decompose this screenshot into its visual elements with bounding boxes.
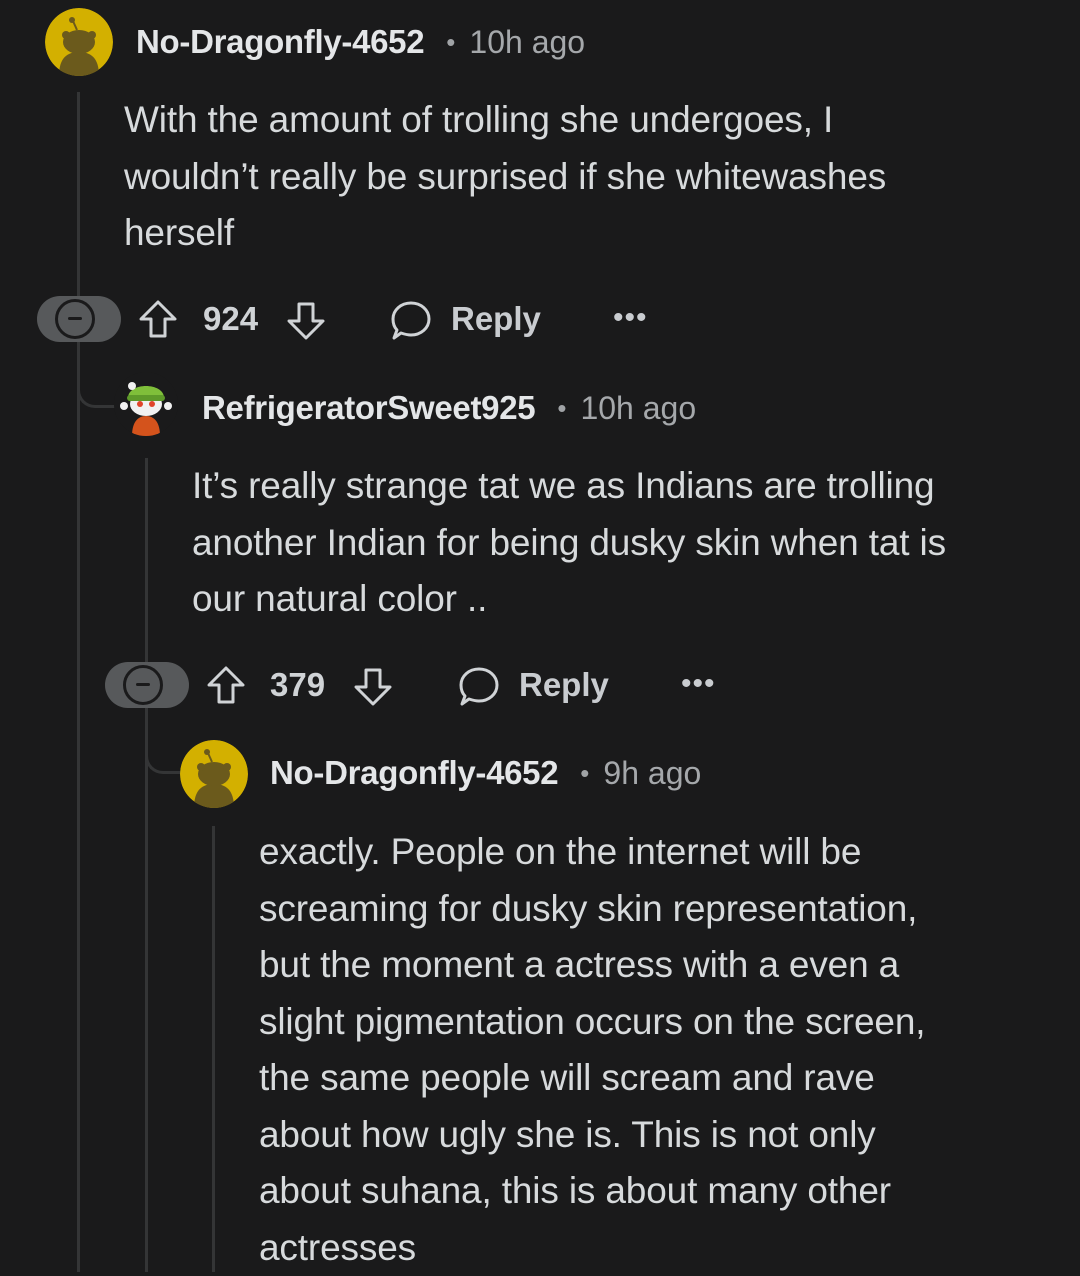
username[interactable]: RefrigeratorSweet925: [202, 389, 535, 427]
timestamp[interactable]: 9h ago: [603, 755, 701, 792]
reply-label: Reply: [519, 662, 609, 708]
upvote-icon[interactable]: [137, 298, 179, 340]
collapse-icon: [55, 299, 95, 339]
reply-button[interactable]: Reply: [389, 296, 549, 342]
comment-text-line: With the amount of trolling she undergoe…: [124, 92, 886, 149]
comment-header: No-Dragonfly-4652 • 9h ago: [270, 743, 701, 803]
comment-text-line: exactly. People on the internet will be: [259, 824, 925, 881]
timestamp[interactable]: 10h ago: [469, 24, 585, 61]
comment-text-line: wouldn’t really be surprised if she whit…: [124, 149, 886, 206]
comment-text-line: about suhana, this is about many other: [259, 1163, 925, 1220]
comment-text-line: herself: [124, 205, 886, 262]
downvote-icon[interactable]: [352, 666, 394, 708]
avatar[interactable]: [45, 8, 113, 76]
collapse-icon: [123, 665, 163, 705]
comment-text-line: the same people will scream and rave: [259, 1050, 925, 1107]
reply-button[interactable]: Reply: [457, 662, 617, 708]
avatar[interactable]: [180, 740, 248, 808]
comment-header: RefrigeratorSweet925 • 10h ago: [202, 378, 696, 438]
comment-body: exactly. People on the internet will be …: [259, 824, 925, 1276]
thread-line-level-1[interactable]: [77, 92, 80, 1272]
comment-body: With the amount of trolling she undergoe…: [124, 92, 886, 262]
vote-count: 924: [203, 296, 258, 342]
reply-bubble-icon: [389, 298, 433, 342]
username[interactable]: No-Dragonfly-4652: [136, 23, 424, 61]
comment-text-line: It’s really strange tat we as Indians ar…: [192, 458, 946, 515]
separator: •: [446, 27, 455, 58]
comment-text-line: another Indian for being dusky skin when…: [192, 515, 946, 572]
comment-actions: 379 Reply •••: [105, 662, 745, 708]
collapse-thread-button[interactable]: [37, 296, 121, 342]
more-options-button[interactable]: •••: [613, 308, 648, 328]
snoo-avatar-gold-icon: [45, 8, 113, 76]
comment-text-line: our natural color ..: [192, 571, 946, 628]
thread-line-level-3[interactable]: [212, 826, 215, 1272]
reply-bubble-icon: [457, 664, 501, 708]
reply-label: Reply: [451, 296, 541, 342]
comment-text-line: about how ugly she is. This is not only: [259, 1107, 925, 1164]
upvote-icon[interactable]: [205, 664, 247, 706]
comment-header: No-Dragonfly-4652 • 10h ago: [136, 12, 585, 72]
comment-text-line: but the moment a actress with a even a: [259, 937, 925, 994]
thread-line-level-2[interactable]: [145, 458, 148, 1272]
comment-text-line: actresses: [259, 1220, 925, 1276]
snoo-avatar-gold-icon: [180, 740, 248, 808]
collapse-thread-button[interactable]: [105, 662, 189, 708]
comment-actions: 924 Reply •••: [37, 296, 677, 342]
more-options-button[interactable]: •••: [681, 674, 716, 694]
thread-connector: [145, 706, 185, 774]
avatar[interactable]: [114, 372, 178, 436]
separator: •: [557, 393, 566, 424]
comment-body: It’s really strange tat we as Indians ar…: [192, 458, 946, 628]
comment-text-line: screaming for dusky skin representation,: [259, 881, 925, 938]
comment-text-line: slight pigmentation occurs on the screen…: [259, 994, 925, 1051]
vote-count: 379: [270, 662, 325, 708]
downvote-icon[interactable]: [285, 300, 327, 342]
snoo-avatar-green-beanie-icon: [114, 372, 178, 436]
separator: •: [580, 758, 589, 789]
username[interactable]: No-Dragonfly-4652: [270, 754, 558, 792]
timestamp[interactable]: 10h ago: [580, 390, 696, 427]
